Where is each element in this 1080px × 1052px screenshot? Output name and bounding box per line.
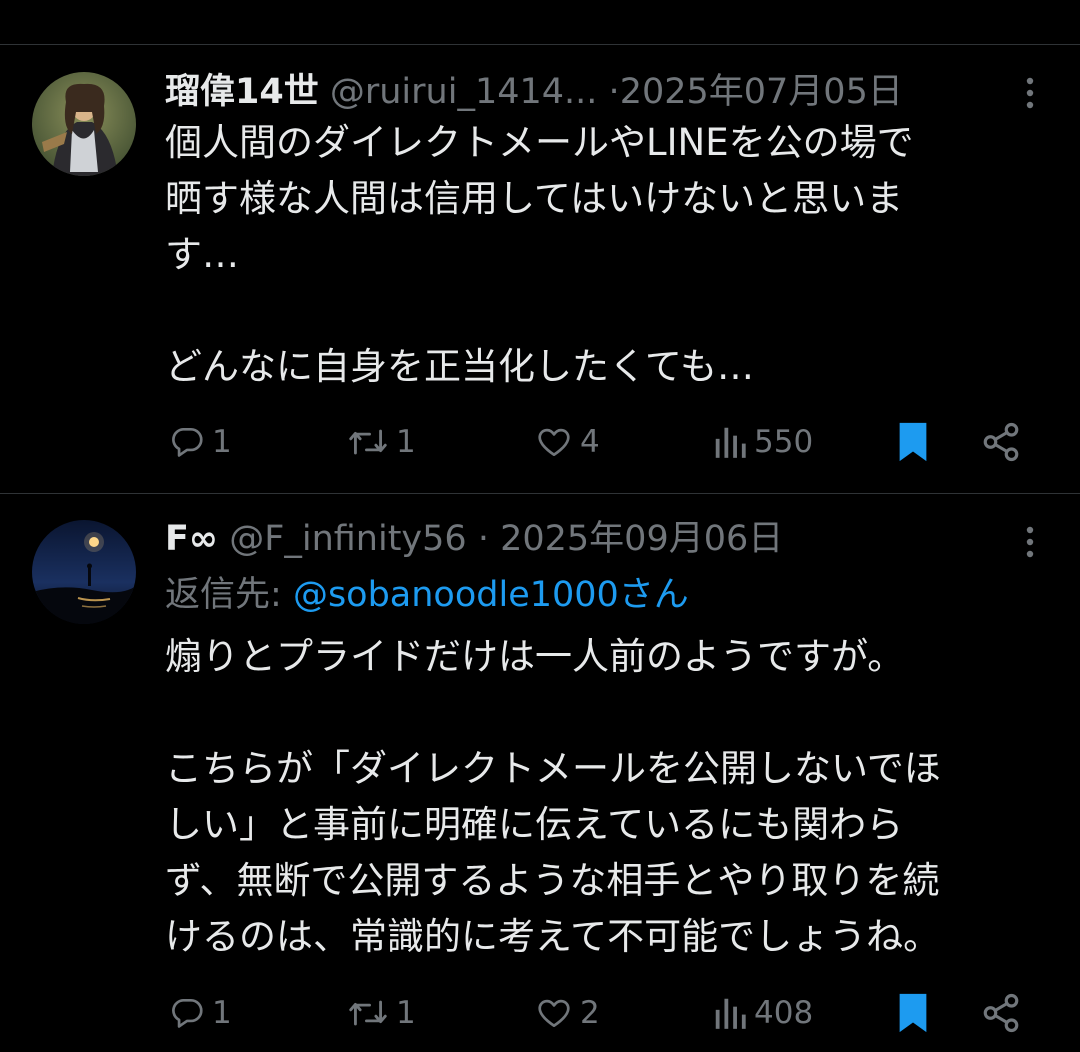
retweet-button[interactable]: 1: [346, 417, 416, 467]
reply-mention-link[interactable]: @sobanoodle1000さん: [293, 575, 689, 615]
tweet-header: F∞ @F_infinity56 · 2025年09月06日: [165, 516, 1020, 562]
display-name[interactable]: 瑠偉14世: [165, 72, 319, 112]
share-icon: [983, 422, 1019, 462]
reply-count: 1: [212, 424, 232, 460]
handle[interactable]: @ruirui_1414...: [330, 72, 598, 112]
display-name[interactable]: F∞: [165, 519, 218, 559]
more-icon: [1026, 77, 1034, 109]
action-bar: 1 1 4 550: [0, 417, 1080, 467]
tweet-header: 瑠偉14世 @ruirui_1414... ·2025年07月05日: [165, 69, 1020, 115]
heart-icon: [538, 999, 570, 1028]
like-button[interactable]: 2: [534, 988, 600, 1038]
more-options-button[interactable]: [1024, 524, 1036, 560]
reply-context: 返信先: @sobanoodle1000さん: [165, 572, 689, 618]
tweet-text: 個人間のダイレクトメールやLINEを公の場で 晒す様な人間は信用してはいけないと…: [165, 121, 914, 388]
separator: ·: [608, 72, 620, 112]
bookmark-button[interactable]: [893, 417, 933, 467]
view-count: 550: [754, 424, 814, 460]
retweet-button[interactable]: 1: [346, 988, 416, 1038]
avatar[interactable]: [32, 520, 136, 624]
share-button[interactable]: [980, 417, 1022, 467]
like-count: 2: [580, 995, 600, 1031]
like-count: 4: [580, 424, 600, 460]
views-icon: [715, 427, 746, 458]
bookmark-icon: [899, 993, 927, 1033]
reply-icon: [172, 998, 203, 1028]
more-options-button[interactable]: [1024, 75, 1036, 111]
reply-button[interactable]: 1: [168, 417, 232, 467]
bookmark-button[interactable]: [893, 988, 933, 1038]
avatar[interactable]: [32, 72, 136, 176]
view-count: 408: [754, 995, 814, 1031]
tweet-date[interactable]: 2025年07月05日: [620, 72, 903, 112]
bookmark-icon: [899, 422, 927, 462]
views-button[interactable]: 408: [712, 988, 813, 1038]
moon-landscape-avatar-icon: [32, 520, 136, 624]
views-button[interactable]: 550: [712, 417, 813, 467]
share-icon: [983, 993, 1019, 1033]
action-bar: 1 1 2 408: [0, 988, 1080, 1038]
handle[interactable]: @F_infinity56: [229, 519, 466, 559]
retweet-count: 1: [396, 424, 416, 460]
like-button[interactable]: 4: [534, 417, 600, 467]
more-icon: [1026, 526, 1034, 558]
views-icon: [715, 998, 746, 1029]
tweet-text: 煽りとプライドだけは一人前のようですが。 こちらが「ダイレクトメールを公開しない…: [165, 635, 941, 958]
tweet[interactable]: F∞ @F_infinity56 · 2025年09月06日 返信先: @sob…: [0, 494, 1080, 1052]
retweet-count: 1: [396, 995, 416, 1031]
separator: ·: [477, 519, 489, 559]
retweet-icon: [349, 429, 387, 455]
retweet-icon: [349, 1000, 387, 1026]
reply-icon: [172, 427, 203, 457]
heart-icon: [538, 428, 570, 457]
share-button[interactable]: [980, 988, 1022, 1038]
portrait-avatar-icon: [32, 72, 136, 176]
tweet[interactable]: 瑠偉14世 @ruirui_1414... ·2025年07月05日 個人間のダ…: [0, 45, 1080, 493]
reply-count: 1: [212, 995, 232, 1031]
tweet-date[interactable]: 2025年09月06日: [500, 519, 783, 559]
reply-label: 返信先:: [165, 575, 282, 615]
reply-button[interactable]: 1: [168, 988, 232, 1038]
